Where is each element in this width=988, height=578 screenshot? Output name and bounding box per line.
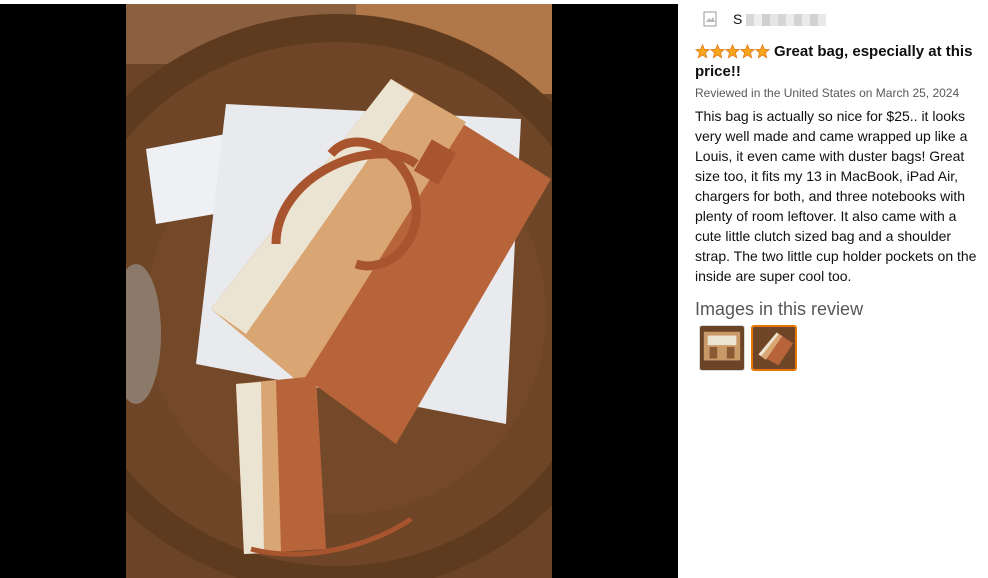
images-heading: Images in this review	[695, 299, 864, 319]
avatar-icon[interactable]	[703, 11, 717, 27]
star-rating	[695, 44, 770, 59]
star-icon	[740, 44, 755, 59]
reviewer-name-redacted	[746, 14, 827, 27]
review-title-row: Great bag, especially at this price!!	[695, 42, 985, 82]
thumbnail-bag-exterior[interactable]	[751, 325, 797, 371]
review-panel: S Great bag, especially at this price!! …	[695, 0, 985, 578]
review-body: This bag is actually so nice for $25.. i…	[695, 108, 977, 284]
reviewer-row: S	[703, 10, 827, 28]
star-icon	[710, 44, 725, 59]
review-photo	[126, 4, 552, 578]
review-date: Reviewed in the United States on March 2…	[695, 86, 960, 100]
thumbnail-bag-interior[interactable]	[699, 325, 745, 371]
image-viewer	[0, 4, 678, 578]
star-icon	[755, 44, 770, 59]
star-icon	[725, 44, 740, 59]
thumbnail-strip	[699, 325, 797, 371]
bag-photo-illustration	[126, 4, 552, 578]
reviewer-initial: S	[733, 11, 743, 27]
reviewer-name[interactable]: S	[733, 11, 827, 27]
star-icon	[695, 44, 710, 59]
